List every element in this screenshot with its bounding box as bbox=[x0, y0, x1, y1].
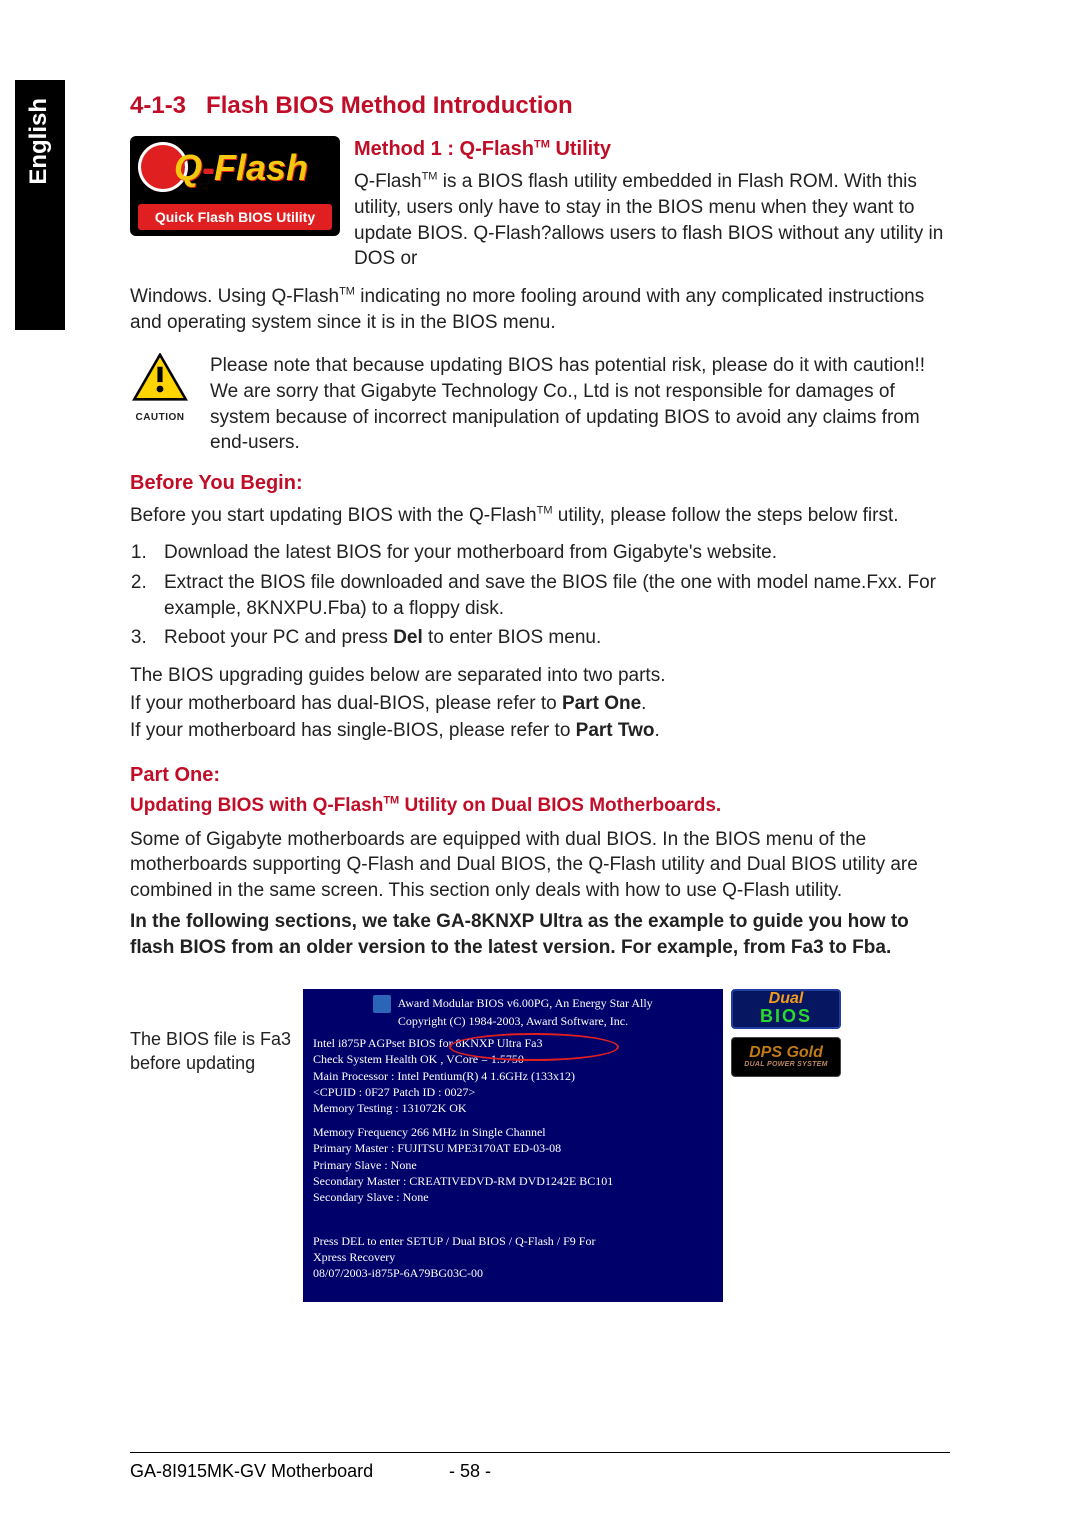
method1-para-wrap: Windows. Using Q-FlashTM indicating no m… bbox=[130, 284, 950, 335]
language-tab: English bbox=[15, 80, 65, 330]
bios-line: Primary Slave : None bbox=[313, 1157, 713, 1173]
footer-page-number: - 58 - bbox=[440, 1461, 500, 1482]
list-item: Extract the BIOS file downloaded and sav… bbox=[152, 570, 950, 621]
text: BIOS bbox=[760, 1006, 812, 1026]
bios-line: <CPUID : 0F27 Patch ID : 0027> bbox=[313, 1084, 713, 1100]
text: If your motherboard has dual-BIOS, pleas… bbox=[130, 693, 562, 714]
section-heading: Flash BIOS Method Introduction bbox=[206, 92, 573, 119]
section-title: 4-1-3 Flash BIOS Method Introduction bbox=[130, 90, 950, 122]
text: is a BIOS flash utility embedded in Flas… bbox=[354, 171, 943, 269]
text: Dual bbox=[769, 990, 804, 1007]
text: Q-Flash bbox=[354, 171, 422, 192]
guide-note-1: The BIOS upgrading guides below are sepa… bbox=[130, 663, 950, 689]
section-number: 4-1-3 bbox=[130, 92, 186, 119]
text: . bbox=[655, 720, 660, 741]
language-tab-label: English bbox=[15, 80, 63, 203]
caution-label: CAUTION bbox=[130, 411, 190, 425]
tm-mark: TM bbox=[383, 795, 399, 807]
text: DPS Gold bbox=[749, 1044, 823, 1061]
text: Utility on Dual BIOS Motherboards. bbox=[399, 795, 721, 816]
qflash-logo: Q-Flash Quick Flash BIOS Utility bbox=[130, 136, 340, 236]
tm-mark: TM bbox=[422, 171, 438, 183]
tm-mark: TM bbox=[534, 139, 550, 151]
part-one-subheading: Updating BIOS with Q-FlashTM Utility on … bbox=[130, 793, 950, 819]
page-footer: GA-8I915MK-GV Motherboard - 58 - bbox=[130, 1452, 950, 1482]
bios-line: Check System Health OK , VCore = 1.5750 bbox=[313, 1051, 713, 1067]
caution-text: Please note that because updating BIOS h… bbox=[210, 353, 950, 456]
bios-line: Primary Master : FUJITSU MPE3170AT ED-03… bbox=[313, 1140, 713, 1156]
method1-heading: Method 1 : Q-FlashTM Utility bbox=[354, 136, 950, 163]
bios-header-2: Copyright (C) 1984-2003, Award Software,… bbox=[398, 1014, 628, 1028]
guide-notes: The BIOS upgrading guides below are sepa… bbox=[130, 663, 950, 744]
text: to enter BIOS menu. bbox=[423, 627, 601, 648]
bios-header-1: Award Modular BIOS v6.00PG, An Energy St… bbox=[398, 996, 653, 1010]
text: utility, please follow the steps below f… bbox=[552, 505, 898, 526]
before-intro: Before you start updating BIOS with the … bbox=[130, 503, 950, 529]
part-two-ref: Part Two bbox=[576, 720, 655, 741]
part-one-para: Some of Gigabyte motherboards are equipp… bbox=[130, 827, 950, 904]
bios-line: 08/07/2003-i875P-6A79BG03C-00 bbox=[313, 1265, 713, 1281]
bios-screenshot: Award Modular BIOS v6.00PG, An Energy St… bbox=[303, 989, 723, 1302]
bios-line: Intel i875P AGPset BIOS for 8KNXP Ultra … bbox=[313, 1035, 713, 1051]
bios-line: Secondary Slave : None bbox=[313, 1189, 713, 1205]
before-steps: Download the latest BIOS for your mother… bbox=[152, 540, 950, 651]
qflash-wordmark-q: Q bbox=[174, 147, 202, 188]
tm-mark: TM bbox=[339, 286, 355, 298]
method1-para-right: Q-FlashTM is a BIOS flash utility embedd… bbox=[354, 169, 950, 272]
method1-heading-a: Method 1 : Q-Flash bbox=[354, 138, 534, 160]
method1-heading-b: Utility bbox=[550, 138, 611, 160]
bios-badges: Dual BIOS DPS Gold DUAL POWER SYSTEM bbox=[731, 989, 841, 1077]
qflash-logo-strip: Quick Flash BIOS Utility bbox=[138, 204, 332, 230]
guide-note-2: If your motherboard has dual-BIOS, pleas… bbox=[130, 691, 950, 717]
page-content: 4-1-3 Flash BIOS Method Introduction Q-F… bbox=[130, 90, 950, 1302]
dual-bios-badge: Dual BIOS bbox=[731, 989, 841, 1029]
dps-gold-badge: DPS Gold DUAL POWER SYSTEM bbox=[731, 1037, 841, 1077]
text: DUAL POWER SYSTEM bbox=[744, 1061, 828, 1068]
bios-line: Memory Frequency 266 MHz in Single Chann… bbox=[313, 1124, 713, 1140]
guide-note-3: If your motherboard has single-BIOS, ple… bbox=[130, 718, 950, 744]
bios-line: Main Processor : Intel Pentium(R) 4 1.6G… bbox=[313, 1068, 713, 1084]
list-item: Reboot your PC and press Del to enter BI… bbox=[152, 625, 950, 651]
bios-line: Xpress Recovery bbox=[313, 1249, 713, 1265]
del-key: Del bbox=[393, 627, 423, 648]
text: Reboot your PC and press bbox=[164, 627, 393, 648]
bios-line: Memory Testing : 131072K OK bbox=[313, 1100, 713, 1116]
part-one-emphasis: In the following sections, we take GA-8K… bbox=[130, 909, 950, 960]
text: If your motherboard has single-BIOS, ple… bbox=[130, 720, 576, 741]
caution-icon: CAUTION bbox=[130, 353, 190, 456]
qflash-wordmark-dash: - bbox=[202, 147, 214, 188]
bios-caption: The BIOS file is Fa3 before updating bbox=[130, 989, 295, 1076]
part-one-ref: Part One bbox=[562, 693, 641, 714]
text: Before you start updating BIOS with the … bbox=[130, 505, 537, 526]
footer-model: GA-8I915MK-GV Motherboard bbox=[130, 1461, 440, 1482]
text: . bbox=[641, 693, 646, 714]
qflash-wordmark-flash: Flash bbox=[214, 147, 308, 188]
part-one-heading: Part One: bbox=[130, 762, 950, 789]
bios-line: Press DEL to enter SETUP / Dual BIOS / Q… bbox=[313, 1233, 713, 1249]
text: Windows. Using Q-Flash bbox=[130, 286, 339, 307]
list-item: Download the latest BIOS for your mother… bbox=[152, 540, 950, 566]
award-icon bbox=[373, 995, 391, 1013]
before-heading: Before You Begin: bbox=[130, 470, 950, 497]
bios-line: Secondary Master : CREATIVEDVD-RM DVD124… bbox=[313, 1173, 713, 1189]
text: Updating BIOS with Q-Flash bbox=[130, 795, 383, 816]
tm-mark: TM bbox=[537, 504, 553, 516]
